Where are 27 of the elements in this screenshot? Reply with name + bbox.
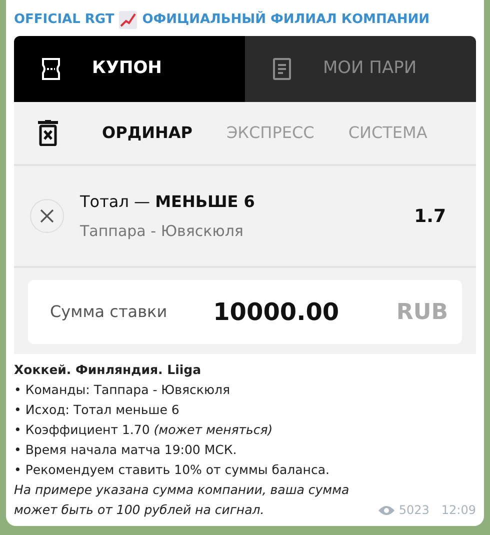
match-name: Таппара - Ювяскюля (80, 220, 244, 242)
close-icon (40, 209, 54, 223)
message-note: На примере указана сумма компании, ваша сумма может быть от 100 рублей на сигнал. (14, 481, 350, 519)
trash-icon[interactable] (38, 120, 58, 146)
eye-icon (378, 504, 395, 516)
message-line: • Время начала матча 19:00 МСК. (14, 441, 238, 459)
stake-field[interactable]: Сумма ставки 10000.00 RUB (28, 280, 462, 344)
odds: 1.7 (414, 204, 446, 228)
channel-subtitle: ОФИЦИАЛЬНЫЙ ФИЛИАЛ КОМПАНИИ (142, 10, 430, 30)
coupon-tab[interactable]: МОИ ПАРИ (245, 36, 476, 102)
remove-button[interactable] (30, 199, 64, 233)
chart-icon (119, 11, 138, 29)
bet-market: Тотал — МЕНЬШЕ 6 (80, 190, 256, 213)
message-line: • Рекомендуем ставить 10% от суммы баланса. (14, 461, 330, 479)
message-line: • Команды: Таппара - Ювяскюля (14, 381, 232, 399)
document-icon (273, 58, 291, 80)
coupon-tab[interactable]: КУПОН (14, 36, 245, 102)
message-line: • Исход: Тотал меньше 6 (14, 401, 180, 419)
message-title: Хоккей. Финляндия. Liiga (14, 361, 202, 379)
bet-type-tab[interactable]: ЭКСПРЕСС (218, 121, 322, 145)
view-count: 5023 (398, 502, 430, 519)
message-line: • Коэффициент 1.70 (может меняться) (14, 421, 274, 439)
bet-type-tab[interactable]: СИСТЕМА (340, 121, 436, 145)
ticket-icon (42, 58, 60, 80)
message-time: 12:09 (441, 502, 476, 519)
bet-type-tab[interactable]: ОРДИНАР (94, 121, 200, 145)
channel-name[interactable]: OFFICIAL RGT (14, 10, 114, 30)
